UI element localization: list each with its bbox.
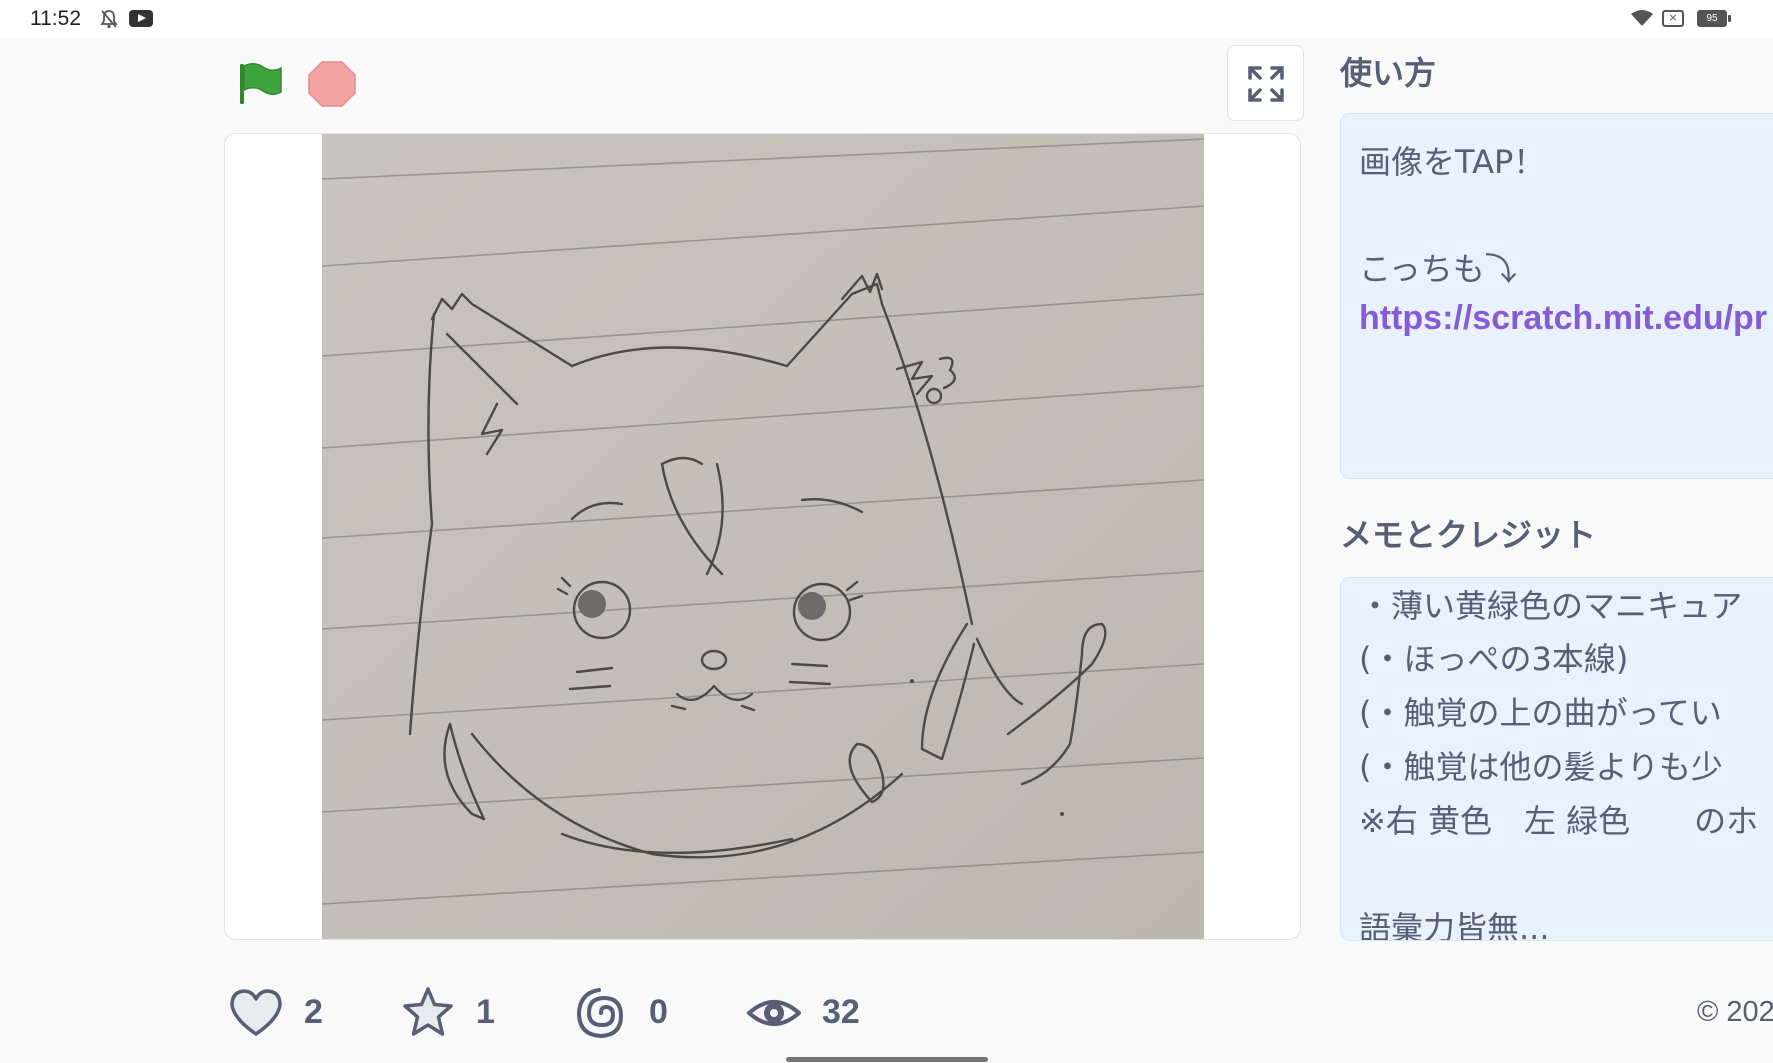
instructions-title: 使い方: [1340, 54, 1437, 92]
love-count: 2: [304, 993, 323, 1031]
fullscreen-button[interactable]: [1227, 45, 1304, 121]
green-flag-icon[interactable]: [236, 60, 284, 108]
instructions-panel: 画像をTAP！ こっちも⤵ https://scratch.mit.edu/pr: [1340, 113, 1773, 479]
instructions-line: こっちも⤵: [1359, 250, 1517, 288]
view-stat: 32: [746, 985, 876, 1041]
project-link[interactable]: https://scratch.mit.edu/pr: [1359, 299, 1767, 338]
copyright-text: © 202: [1697, 996, 1773, 1028]
favorite-stat[interactable]: 1: [400, 985, 510, 1041]
status-bar: 11:52 × 95: [0, 0, 1773, 38]
home-indicator[interactable]: [786, 1057, 988, 1062]
project-stage[interactable]: [224, 133, 1301, 940]
fullscreen-icon: [1248, 66, 1284, 102]
view-count: 32: [822, 993, 860, 1031]
notes-line: 語彙力皆無...: [1359, 909, 1550, 941]
star-icon: [403, 987, 453, 1036]
stop-sign-icon[interactable]: [308, 61, 356, 107]
notes-line: ・薄い黄緑色のマニキュア: [1359, 587, 1743, 625]
notes-panel: ・薄い黄緑色のマニキュア (・ほっぺの3本線) (・触覚の上の曲がってい (・触…: [1340, 577, 1773, 941]
eye-icon: [747, 1000, 801, 1026]
favorite-count: 1: [476, 993, 495, 1031]
wifi-icon: [1631, 10, 1653, 26]
notes-line: (・ほっぺの3本線): [1359, 640, 1629, 678]
battery-icon: 95: [1697, 10, 1731, 27]
heart-icon: [230, 989, 282, 1036]
bell-off-icon: [100, 10, 118, 29]
youtube-icon: [129, 10, 153, 27]
notes-title: メモとクレジット: [1340, 516, 1597, 554]
remix-spiral-icon: [576, 988, 624, 1039]
remix-stat[interactable]: 0: [573, 985, 683, 1041]
notes-line: (・触覚の上の曲がってい: [1359, 694, 1722, 732]
love-stat[interactable]: 2: [228, 985, 338, 1041]
remix-count: 0: [649, 993, 668, 1031]
cat-drawing-image[interactable]: [322, 134, 1204, 939]
sim-icon: ×: [1662, 10, 1684, 27]
notes-line: (・触覚は他の髪よりも少: [1359, 748, 1723, 786]
notes-line: ※右 黄色 左 緑色 のホ: [1359, 802, 1759, 840]
clock: 11:52: [30, 7, 81, 30]
instructions-line: 画像をTAP！: [1359, 143, 1546, 181]
